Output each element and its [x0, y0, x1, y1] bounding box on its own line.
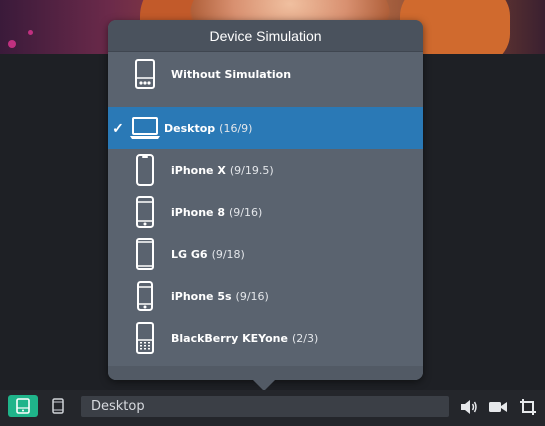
- menu-item-blackberry-keyone[interactable]: BlackBerry KEYone (2/3): [108, 317, 423, 359]
- menu-item-label: BlackBerry KEYone: [171, 331, 288, 345]
- decor-dot: [28, 30, 33, 35]
- menu-item-without-simulation[interactable]: Without Simulation: [108, 53, 423, 95]
- laptop-icon: [128, 107, 162, 149]
- menu-item-label: iPhone 8: [171, 205, 225, 219]
- menu-item-iphone-x[interactable]: iPhone X (9/19.5): [108, 149, 423, 191]
- phone-outline-icon: [52, 398, 64, 414]
- blackberry-icon: [128, 317, 162, 359]
- crop-button[interactable]: [517, 396, 539, 418]
- android-phone-icon: [128, 233, 162, 275]
- rotate-device-button[interactable]: [46, 395, 70, 417]
- menu-item-ratio: (9/19.5): [229, 163, 274, 177]
- menu-item-label: Without Simulation: [171, 67, 292, 81]
- bottom-toolbar: Desktop: [0, 390, 545, 426]
- device-simulation-icon: [16, 398, 30, 414]
- menu-item-ratio: (9/16): [229, 205, 263, 219]
- menu-item-label: iPhone X: [171, 163, 226, 177]
- menu-item-ratio: (16/9): [219, 121, 253, 135]
- device-select-field[interactable]: Desktop: [81, 396, 449, 417]
- crop-icon: [520, 399, 536, 415]
- volume-button[interactable]: [458, 396, 480, 418]
- menu-item-ratio: (9/18): [211, 247, 245, 261]
- iphone-x-icon: [128, 149, 162, 191]
- menu-item-label: LG G6: [171, 247, 208, 261]
- menu-item-label: iPhone 5s: [171, 289, 232, 303]
- menu-item-desktop[interactable]: ✓ Desktop (16/9): [108, 107, 423, 149]
- menu-item-iphone-8[interactable]: iPhone 8 (9/16): [108, 191, 423, 233]
- checkmark-icon: ✓: [112, 119, 124, 136]
- device-simulation-popup: Device Simulation Without Simulation ✓ D…: [108, 20, 423, 380]
- menu-item-ratio: (9/16): [235, 289, 269, 303]
- menu-item-label: Desktop: [164, 121, 216, 135]
- camera-button[interactable]: [487, 396, 509, 418]
- decor-dot: [8, 40, 16, 48]
- video-camera-icon: [489, 402, 507, 412]
- device-simulation-button[interactable]: [8, 395, 38, 417]
- iphone-icon: [128, 191, 162, 233]
- menu-item-iphone-5s[interactable]: iPhone 5s (9/16): [108, 275, 423, 317]
- popup-footer: [108, 366, 423, 380]
- menu-item-ratio: (2/3): [291, 331, 319, 345]
- popup-title: Device Simulation: [108, 20, 423, 52]
- menu-item-lg-g6[interactable]: LG G6 (9/18): [108, 233, 423, 275]
- no-simulation-icon: [128, 53, 162, 95]
- iphone-icon: [128, 275, 162, 317]
- speaker-icon: [461, 400, 477, 414]
